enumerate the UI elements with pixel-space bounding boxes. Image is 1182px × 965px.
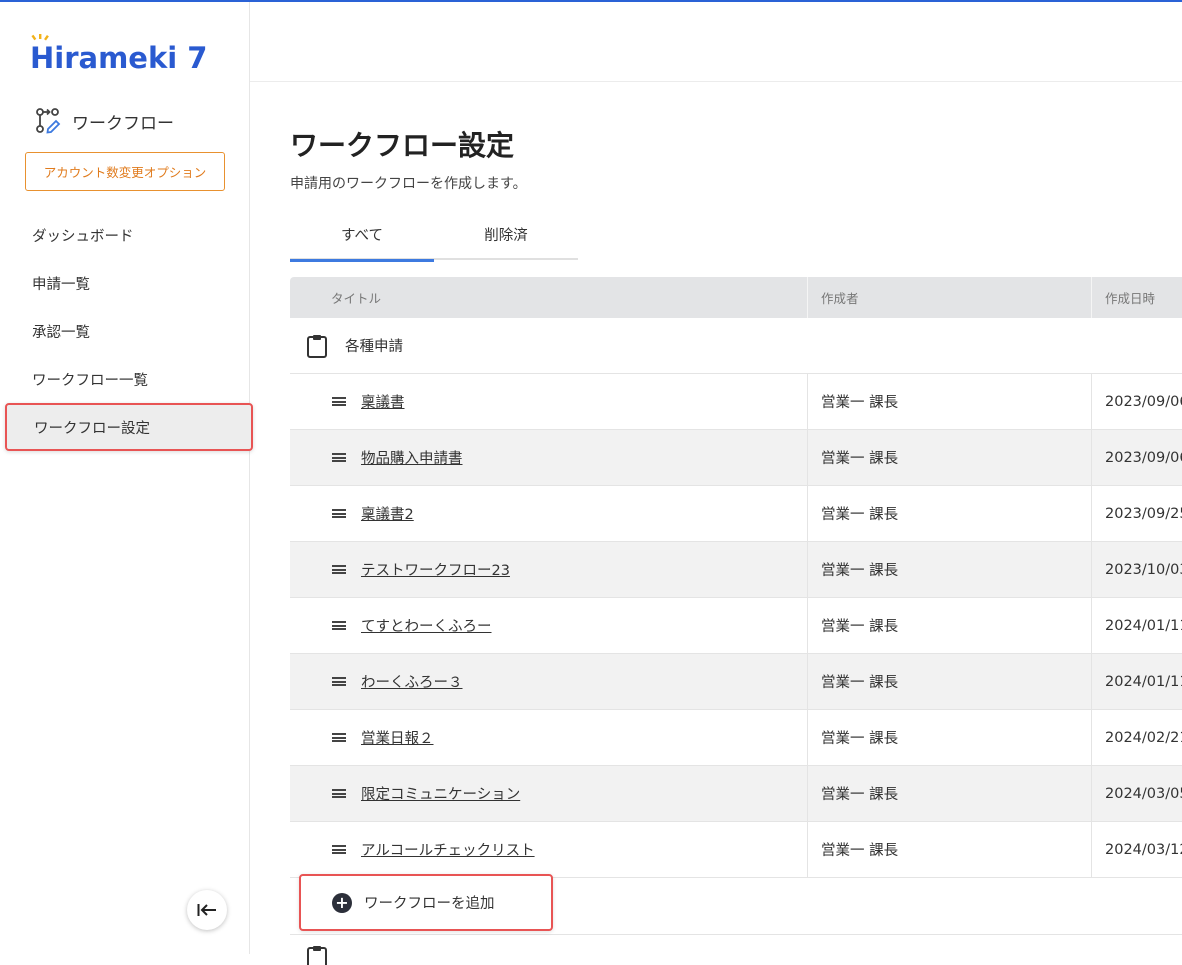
sidebar-item-workflow-settings[interactable]: ワークフロー設定 <box>5 403 253 451</box>
sidebar-item-application-list[interactable]: 申請一覧 <box>0 259 249 307</box>
drag-handle-icon[interactable] <box>332 677 346 686</box>
created-cell: 2023/09/06 <box>1105 393 1182 410</box>
workflow-title-link[interactable]: テストワークフロー23 <box>361 559 510 580</box>
author-cell: 営業一 課長 <box>808 486 1092 541</box>
logo-mark: Hirameki 7 <box>30 34 207 75</box>
created-cell: 2024/01/11 <box>1105 673 1182 690</box>
module-header[interactable]: ワークフロー <box>34 106 174 136</box>
workflow-title-link[interactable]: アルコールチェックリスト <box>361 839 535 860</box>
workflow-table: タイトル 作成者 作成日時 各種申請 稟議書 営業一 課長 2023/09/06… <box>290 277 1182 965</box>
tab-all[interactable]: すべて <box>290 208 434 262</box>
add-workflow-row: + ワークフローを追加 <box>290 874 1182 935</box>
add-workflow-button[interactable]: + ワークフローを追加 <box>299 874 553 931</box>
workflow-title-link[interactable]: 稟議書 <box>361 391 405 412</box>
tab-bar: すべて 削除済 <box>290 208 578 262</box>
author-cell: 営業一 課長 <box>808 654 1092 709</box>
drag-handle-icon[interactable] <box>332 621 346 630</box>
created-cell: 2023/09/25 <box>1105 505 1182 522</box>
app-logo[interactable]: Hirameki 7 <box>30 34 207 75</box>
author-cell: 営業一 課長 <box>808 430 1092 485</box>
drag-handle-icon[interactable] <box>332 733 346 742</box>
created-cell: 2024/01/11 <box>1105 617 1182 634</box>
author-cell: 営業一 課長 <box>808 598 1092 653</box>
drag-handle-icon[interactable] <box>332 845 346 854</box>
drag-handle-icon[interactable] <box>332 453 346 462</box>
sidebar-item-workflow-list[interactable]: ワークフロー一覧 <box>0 355 249 403</box>
workflow-title-link[interactable]: 限定コミュニケーション <box>361 783 520 804</box>
page-subtitle: 申請用のワークフローを作成します。 <box>290 176 527 192</box>
clipboard-icon <box>307 946 327 965</box>
drag-handle-icon[interactable] <box>332 397 346 406</box>
drag-handle-icon[interactable] <box>332 789 346 798</box>
next-group-row-partial[interactable] <box>290 935 1182 965</box>
collapse-left-icon <box>197 904 216 916</box>
drag-handle-icon[interactable] <box>332 565 346 574</box>
group-row[interactable]: 各種申請 <box>290 318 1182 374</box>
sidebar-item-approval-list[interactable]: 承認一覧 <box>0 307 249 355</box>
table-row[interactable]: アルコールチェックリスト 営業一 課長 2024/03/12 <box>290 822 1182 878</box>
group-label: 各種申請 <box>345 339 403 355</box>
author-cell: 営業一 課長 <box>808 374 1092 429</box>
sidebar-nav: ダッシュボード 申請一覧 承認一覧 ワークフロー一覧 ワークフロー設定 <box>0 211 253 451</box>
created-cell: 2024/02/21 <box>1105 729 1182 746</box>
svg-text:Hirameki 7: Hirameki 7 <box>30 41 207 75</box>
created-cell: 2024/03/05 <box>1105 785 1182 802</box>
author-cell: 営業一 課長 <box>808 766 1092 821</box>
table-row[interactable]: 物品購入申請書 営業一 課長 2023/09/06 <box>290 430 1182 486</box>
column-header-title[interactable]: タイトル <box>290 277 808 318</box>
sidebar: Hirameki 7 ワークフロー アカウント数変更オプション ダッシュボード … <box>0 2 253 954</box>
tab-deleted[interactable]: 削除済 <box>434 208 578 260</box>
module-label: ワークフロー <box>72 113 174 134</box>
account-option-button[interactable]: アカウント数変更オプション <box>25 152 225 191</box>
author-cell: 営業一 課長 <box>808 542 1092 597</box>
page-title: ワークフロー設定 <box>290 129 515 162</box>
drag-handle-icon[interactable] <box>332 509 346 518</box>
table-row[interactable]: わーくふろー３ 営業一 課長 2024/01/11 <box>290 654 1182 710</box>
workflow-title-link[interactable]: 物品購入申請書 <box>361 447 463 468</box>
plus-circle-icon: + <box>332 892 352 913</box>
table-row[interactable]: 稟議書 営業一 課長 2023/09/06 <box>290 374 1182 430</box>
table-row[interactable]: てすとわーくふろー 営業一 課長 2024/01/11 <box>290 598 1182 654</box>
table-header: タイトル 作成者 作成日時 <box>290 277 1182 318</box>
column-header-author[interactable]: 作成者 <box>808 277 1092 318</box>
collapse-sidebar-button[interactable] <box>187 890 227 930</box>
created-cell: 2023/10/03 <box>1105 561 1182 578</box>
workflow-title-link[interactable]: わーくふろー３ <box>361 671 463 692</box>
add-workflow-label: ワークフローを追加 <box>364 896 495 912</box>
column-header-created[interactable]: 作成日時 <box>1092 277 1182 318</box>
created-cell: 2024/03/12 <box>1105 841 1182 858</box>
table-row[interactable]: テストワークフロー23 営業一 課長 2023/10/03 <box>290 542 1182 598</box>
table-row[interactable]: 限定コミュニケーション 営業一 課長 2024/03/05 <box>290 766 1182 822</box>
clipboard-icon <box>307 334 327 358</box>
author-cell: 営業一 課長 <box>808 710 1092 765</box>
workflow-title-link[interactable]: 営業日報２ <box>361 727 434 748</box>
sidebar-item-dashboard[interactable]: ダッシュボード <box>0 211 249 259</box>
workflow-icon <box>36 108 61 134</box>
workflow-title-link[interactable]: てすとわーくふろー <box>361 615 492 636</box>
author-cell: 営業一 課長 <box>808 822 1092 877</box>
top-header <box>250 2 1182 82</box>
table-row[interactable]: 稟議書2 営業一 課長 2023/09/25 <box>290 486 1182 542</box>
table-row[interactable]: 営業日報２ 営業一 課長 2024/02/21 <box>290 710 1182 766</box>
workflow-title-link[interactable]: 稟議書2 <box>361 503 414 524</box>
created-cell: 2023/09/06 <box>1105 449 1182 466</box>
